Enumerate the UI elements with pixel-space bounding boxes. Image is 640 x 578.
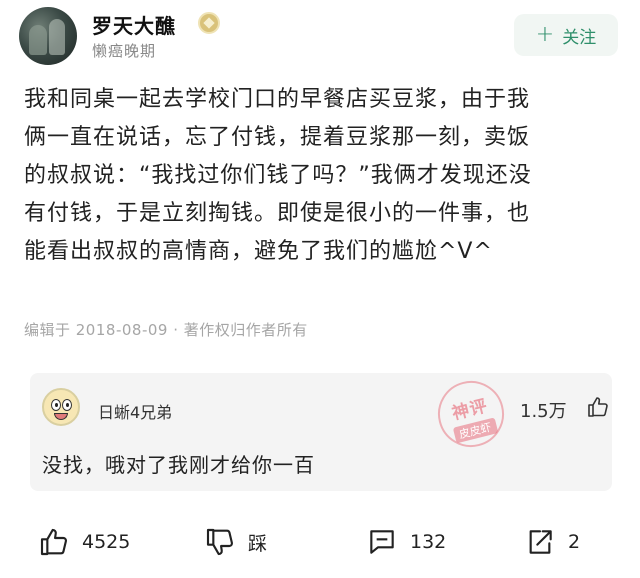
comment-like-count: 1.5万 [520, 401, 567, 422]
like-button[interactable]: 4525 [38, 526, 130, 558]
share-button[interactable]: 2 [524, 526, 580, 558]
action-bar: 4525 踩 132 2 [0, 510, 640, 576]
post-body: 我和同桌一起去学校门口的早餐店买豆浆，由于我 俩一直在说话，忘了付钱，提着豆浆那… [24, 81, 624, 271]
avatar-mouth [54, 413, 68, 420]
post-card: 罗天大醮 懒癌晚期 + 关注 我和同桌一起去学校门口的早餐店买豆浆，由于我 俩一… [0, 0, 640, 360]
avatar-figure [49, 19, 65, 55]
share-count: 2 [568, 531, 581, 553]
plus-icon: + [535, 22, 555, 47]
verified-badge-icon [198, 12, 220, 34]
post-line: 我和同桌一起去学校门口的早餐店买豆浆，由于我 [24, 87, 531, 112]
dislike-label: 踩 [248, 532, 268, 555]
post-meta: 编辑于 2018-08-09 · 著作权归作者所有 [24, 321, 308, 339]
post-line: 有付钱，于是立刻掏钱。即使是很小的一件事，也 [24, 201, 531, 226]
commenter-name[interactable]: 日蜥4兄弟 [98, 399, 172, 423]
avatar-eye [62, 399, 72, 411]
author-avatar[interactable] [19, 7, 77, 65]
follow-label: 关注 [562, 27, 597, 48]
author-subtitle: 懒癌晚期 [92, 42, 157, 60]
avatar-eye [51, 399, 61, 411]
post-line: 的叔叔说：“我找过你们钱了吗？”我俩才发现还没 [24, 163, 532, 188]
top-comment[interactable]: 日蜥4兄弟 神评 皮皮虾 1.5万 没找，哦对了我刚才给你一百 [30, 373, 612, 491]
thumb-up-icon[interactable] [586, 395, 610, 419]
commenter-avatar[interactable] [42, 388, 80, 426]
author-name[interactable]: 罗天大醮 [92, 10, 176, 39]
follow-button[interactable]: + 关注 [514, 14, 618, 56]
god-comment-stamp: 神评 皮皮虾 [430, 373, 512, 455]
comment-icon [370, 530, 394, 554]
thumb-down-icon [206, 528, 234, 556]
dislike-button[interactable]: 踩 [204, 526, 267, 558]
thumb-up-icon [40, 528, 68, 556]
post-line: 能看出叔叔的高情商，避免了我们的尴尬^V^ [24, 239, 493, 264]
comment-count: 132 [410, 531, 447, 553]
share-icon [529, 530, 552, 554]
post-line: 俩一直在说话，忘了付钱，提着豆浆那一刻，卖饭 [24, 125, 531, 150]
like-count: 4525 [82, 531, 131, 553]
comment-button[interactable]: 132 [366, 526, 446, 558]
comment-text: 没找，哦对了我刚才给你一百 [42, 453, 315, 477]
avatar-figure [29, 25, 47, 55]
